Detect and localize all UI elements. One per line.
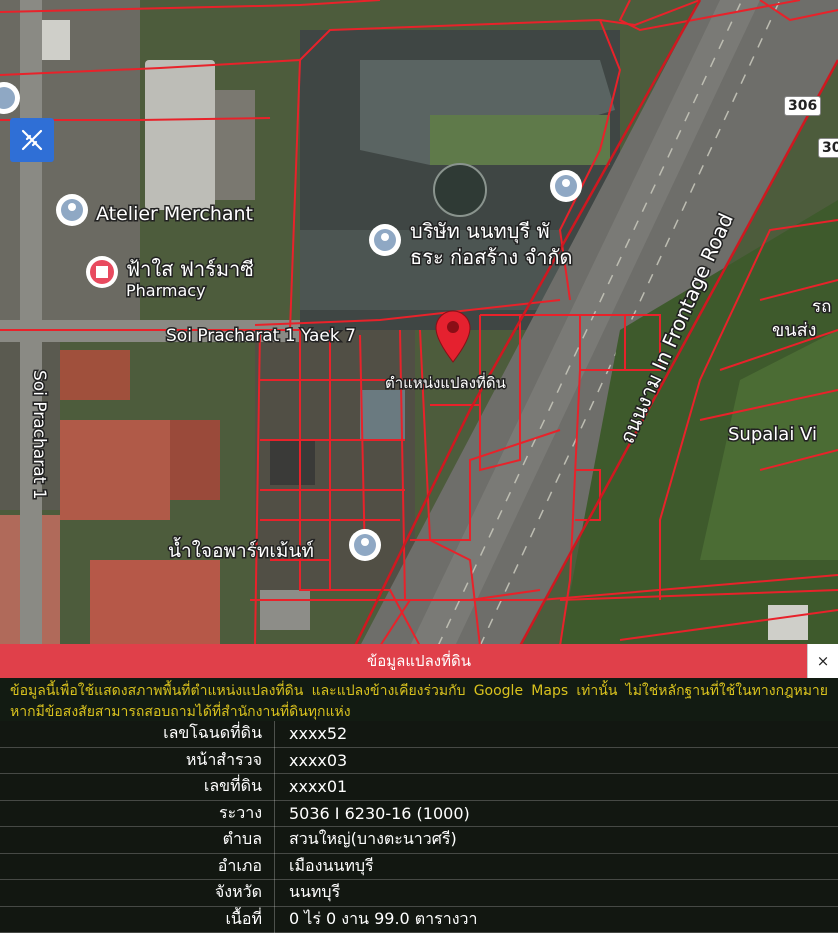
panel-header: ข้อมูลแปลงที่ดิน × bbox=[0, 644, 838, 678]
satellite-map[interactable]: Atelier Merchant ฟ้าใส ฟาร์มาซี Pharmacy… bbox=[0, 0, 838, 646]
disclaimer-text: ข้อมูลนี้เพื่อใช้แสดงสภาพพื้นที่ตำแหน่งแ… bbox=[0, 678, 838, 721]
row-value: xxxx03 bbox=[275, 747, 838, 774]
row-value: 5036 I 6230-16 (1000) bbox=[275, 800, 838, 827]
row-label: เลขที่ดิน bbox=[0, 774, 275, 801]
land-info-panel: ข้อมูลแปลงที่ดิน × ข้อมูลนี้เพื่อใช้แสดง… bbox=[0, 644, 838, 932]
row-value: สวนใหญ่(บางตะนาวศรี) bbox=[275, 827, 838, 854]
place-label: บริษัท นนทบุรี พั bbox=[410, 219, 550, 244]
row-label: ระวาง bbox=[0, 800, 275, 827]
row-value: 0 ไร่ 0 งาน 99.0 ตารางวา bbox=[275, 906, 838, 933]
panel-title: ข้อมูลแปลงที่ดิน bbox=[367, 649, 471, 673]
place-pin-icon[interactable] bbox=[369, 224, 401, 256]
land-info-table: เลขโฉนดที่ดินxxxx52 หน้าสำรวจxxxx03 เลขท… bbox=[0, 721, 838, 933]
place-pin-icon[interactable] bbox=[56, 194, 88, 226]
place-label: Supalai Vi bbox=[728, 424, 817, 445]
table-row: อำเภอเมืองนนทบุรี bbox=[0, 853, 838, 880]
row-label: อำเภอ bbox=[0, 853, 275, 880]
place-pin-icon[interactable] bbox=[349, 529, 381, 561]
row-value: xxxx52 bbox=[275, 721, 838, 747]
row-label: เนื้อที่ bbox=[0, 906, 275, 933]
measure-tool-button[interactable] bbox=[10, 118, 54, 162]
table-row: ตำบลสวนใหญ่(บางตะนาวศรี) bbox=[0, 827, 838, 854]
table-row: เลขที่ดินxxxx01 bbox=[0, 774, 838, 801]
place-pin-icon[interactable] bbox=[550, 170, 582, 202]
table-row: เนื้อที่0 ไร่ 0 งาน 99.0 ตารางวา bbox=[0, 906, 838, 933]
row-label: หน้าสำรวจ bbox=[0, 747, 275, 774]
place-label: ขนส่ง bbox=[772, 320, 816, 341]
row-label: ตำบล bbox=[0, 827, 275, 854]
table-row: เลขโฉนดที่ดินxxxx52 bbox=[0, 721, 838, 747]
place-label: ฟ้าใส ฟาร์มาซี bbox=[126, 257, 254, 281]
row-value: xxxx01 bbox=[275, 774, 838, 801]
street-label: Soi Pracharat 1 bbox=[29, 370, 49, 500]
place-label: Pharmacy bbox=[126, 281, 206, 300]
place-label: น้ำใจอพาร์ทเม้นท์ bbox=[168, 537, 314, 562]
ruler-pencil-icon bbox=[18, 126, 46, 154]
parcel-location-label: ตำแหน่งแปลงที่ดิน bbox=[385, 372, 506, 392]
close-button[interactable]: × bbox=[807, 644, 838, 678]
row-value: เมืองนนทบุรี bbox=[275, 853, 838, 880]
street-label: Soi Pracharat 1 Yaek 7 bbox=[166, 326, 356, 346]
place-label: รถ bbox=[812, 297, 831, 317]
row-label: เลขโฉนดที่ดิน bbox=[0, 721, 275, 747]
row-value: นนทบุรี bbox=[275, 880, 838, 907]
pharmacy-pin-icon[interactable] bbox=[86, 256, 118, 288]
route-shield: 306 bbox=[784, 96, 821, 116]
table-row: หน้าสำรวจxxxx03 bbox=[0, 747, 838, 774]
table-row: ระวาง5036 I 6230-16 (1000) bbox=[0, 800, 838, 827]
route-shield: 30 bbox=[818, 138, 838, 158]
row-label: จังหวัด bbox=[0, 880, 275, 907]
place-label: Atelier Merchant bbox=[96, 203, 253, 225]
place-label: ธระ ก่อสร้าง จำกัด bbox=[410, 245, 573, 269]
table-row: จังหวัดนนทบุรี bbox=[0, 880, 838, 907]
